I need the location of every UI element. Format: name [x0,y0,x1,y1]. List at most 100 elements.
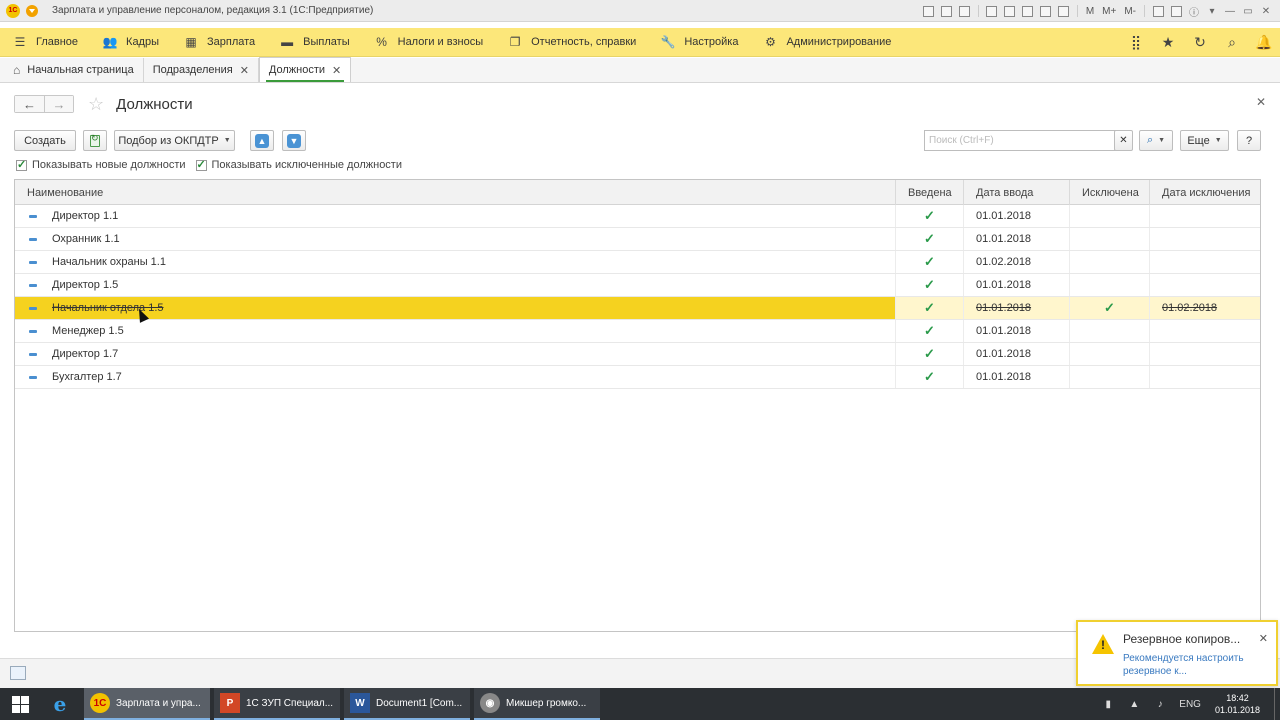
close-form-icon[interactable]: ✕ [1256,95,1266,109]
clock[interactable]: 18:42 01.01.2018 [1215,692,1260,716]
home-icon: ⌂ [13,63,21,77]
download-icon[interactable] [984,4,1000,18]
column-header-introduced[interactable]: Введена [896,180,964,205]
people-icon: 👥 [102,35,118,49]
show-desktop-button[interactable] [1274,688,1280,720]
task-word[interactable]: W Document1 [Com... [344,688,470,720]
help-button[interactable]: ? [1237,130,1261,151]
show-new-checkbox[interactable]: Показывать новые должности [16,158,186,171]
create-button[interactable]: Создать [14,130,76,151]
menu-item-main[interactable]: ☰ Главное [0,28,90,57]
internet-explorer-icon[interactable]: e [40,688,80,720]
save-icon[interactable] [939,4,955,18]
menu-item-payments[interactable]: ▬ Выплаты [267,28,361,57]
menu-item-reports[interactable]: ❐ Отчетность, справки [495,28,648,57]
language-indicator[interactable]: ENG [1179,698,1201,710]
search-options-button[interactable]: ⌕ ▼ [1139,130,1173,151]
menu-item-taxes[interactable]: % Налоги и взносы [362,28,496,57]
hamburger-icon: ☰ [14,35,26,49]
bell-icon[interactable]: 🔔 [1254,34,1274,50]
position-item-icon [29,306,37,310]
menu-item-admin[interactable]: ⚙ Администрирование [750,28,903,57]
menu-item-settings[interactable]: 🔧 Настройка [648,28,750,57]
volume-icon[interactable]: ♪ [1153,698,1167,710]
table-row[interactable]: Директор 1.5 ✓ 01.01.2018 [15,274,1260,297]
column-header-excl-date[interactable]: Дата исключения [1150,180,1260,205]
show-excluded-checkbox[interactable]: Показывать исключенные должности [195,158,402,171]
task-mixer[interactable]: ◉ Микшер громко... [474,688,600,720]
search-input[interactable]: Поиск (Ctrl+F) [924,130,1116,151]
column-header-name[interactable]: Наименование [15,180,896,205]
maximize-icon[interactable]: ▭ [1240,4,1256,18]
cell-name: Директор 1.1 [15,205,896,227]
copy-icon[interactable] [1020,4,1036,18]
memory-minus-button[interactable]: M- [1121,4,1139,18]
memory-m-button[interactable]: M [1083,4,1097,18]
close-tab-icon[interactable]: ✕ [332,64,341,77]
table-row[interactable]: Начальник охраны 1.1 ✓ 01.02.2018 [15,251,1260,274]
notification-link[interactable]: Рекомендуется настроить резервное к... [1123,652,1263,678]
positions-table[interactable]: Наименование Введена Дата ввода Исключен… [14,179,1261,632]
table-row[interactable]: Бухгалтер 1.7 ✓ 01.01.2018 [15,366,1260,389]
table-row[interactable]: Начальник отдела 1.5 ✓ 01.01.2018 ✓ 01.02.20… [15,297,1260,320]
system-tray: ▮ ▲ ♪ ENG 18:42 01.01.2018 [1095,688,1280,720]
panel-icon[interactable] [1168,4,1184,18]
forward-arrow-icon[interactable]: → [44,96,73,112]
zoom-icon[interactable] [1150,4,1166,18]
apps-grid-icon[interactable]: ⣿ [1126,34,1146,50]
info-icon[interactable]: ⓘ [1186,4,1202,19]
memory-plus-button[interactable]: M+ [1099,4,1119,18]
clear-search-button[interactable]: ✕ [1114,130,1133,151]
menu-item-salary[interactable]: ▦ Зарплата [171,28,267,57]
move-up-button[interactable]: ▲ [250,130,274,151]
cell-introduced-check-icon: ✓ [896,251,964,273]
battery-icon[interactable]: ▮ [1101,698,1115,710]
cell-name: Начальник охраны 1.1 [15,251,896,273]
history-icon[interactable]: ↻ [1190,34,1210,50]
preview-icon[interactable] [957,4,973,18]
cell-excl-date [1150,274,1260,296]
table-row[interactable]: Директор 1.7 ✓ 01.01.2018 [15,343,1260,366]
task-powerpoint[interactable]: P 1С ЗУП Специал... [214,688,340,720]
menu-item-hr[interactable]: 👥 Кадры [90,28,171,57]
search-icon[interactable]: ⌕ [1222,34,1242,50]
table-row[interactable]: Охранник 1.1 ✓ 01.01.2018 [15,228,1260,251]
cell-introduced-check-icon: ✓ [896,297,964,319]
title-bar: 1C Зарплата и управление персоналом, ред… [0,0,1280,22]
backup-notification[interactable]: Резервное копиров... ✕ Рекомендуется нас… [1076,620,1278,686]
app-menu-button[interactable] [26,4,38,17]
cell-introduced-check-icon: ✓ [896,228,964,250]
print-icon[interactable] [921,4,937,18]
network-icon[interactable]: ▲ [1127,698,1141,710]
dropdown-icon[interactable]: ▾ [1204,4,1220,18]
table-row[interactable]: Директор 1.1 ✓ 01.01.2018 [15,205,1260,228]
calendar-icon[interactable] [1056,4,1072,18]
cell-excluded-check-icon [1070,228,1150,250]
main-menu: ☰ Главное 👥 Кадры ▦ Зарплата ▬ Выплаты % Нало… [0,28,1280,57]
favorite-star-icon[interactable]: ☆ [88,95,104,113]
favorites-star-icon[interactable]: ★ [1158,34,1178,50]
close-icon[interactable]: ✕ [1258,4,1274,18]
tab-departments[interactable]: Подразделения ✕ [144,58,259,82]
messages-icon[interactable] [10,666,26,680]
move-down-button[interactable]: ▼ [282,130,306,151]
close-icon[interactable]: ✕ [1259,632,1268,645]
tab-home[interactable]: ⌂ Начальная страница [4,58,144,82]
tab-positions[interactable]: Должности ✕ [258,57,352,82]
link-icon[interactable] [1002,4,1018,18]
column-header-intro-date[interactable]: Дата ввода [964,180,1070,205]
start-button[interactable] [0,688,40,720]
task-1c-app[interactable]: 1C Зарплата и упра... [84,688,210,720]
more-button[interactable]: Еще ▼ [1180,130,1229,151]
calculator-icon[interactable] [1038,4,1054,18]
pick-okpdtr-button[interactable]: Подбор из ОКПДТР ▼ [114,130,235,151]
close-tab-icon[interactable]: ✕ [240,64,249,77]
windows-taskbar: e 1C Зарплата и упра... P 1С ЗУП Специал..… [0,688,1280,720]
column-header-excluded[interactable]: Исключена [1070,180,1150,205]
minimize-icon[interactable]: — [1222,4,1238,18]
refresh-button[interactable] [83,130,107,151]
chevron-down-icon: ▼ [1214,137,1222,144]
cell-introduced-check-icon: ✓ [896,366,964,388]
table-row[interactable]: Менеджер 1.5 ✓ 01.01.2018 [15,320,1260,343]
back-arrow-icon[interactable]: ← [15,96,44,112]
